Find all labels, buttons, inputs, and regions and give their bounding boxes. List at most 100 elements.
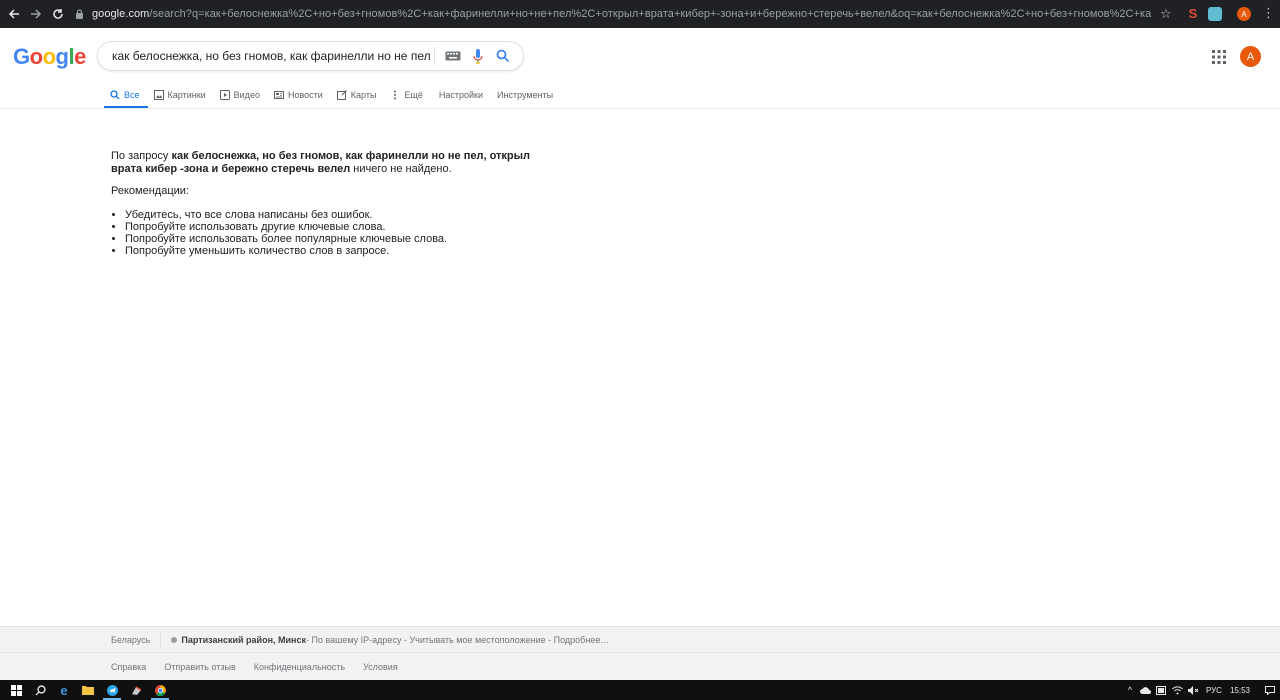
search-box xyxy=(97,41,524,71)
tab-label: Ещё xyxy=(404,90,423,100)
logo-letter: o xyxy=(42,44,56,69)
query-bold: как белоснежка, но без гномов, как фарин… xyxy=(111,150,531,175)
query-prefix: По запросу xyxy=(111,150,172,162)
tab-label: Все xyxy=(124,90,140,100)
google-logo[interactable]: Google xyxy=(13,44,86,70)
reload-button[interactable] xyxy=(47,0,69,28)
tab-label: Картинки xyxy=(167,90,206,100)
url-path: /search?q=как+белоснежка%2C+но+без+гномо… xyxy=(149,8,1152,20)
search-icon xyxy=(496,49,510,63)
system-tray: ^ РУС 15:53 xyxy=(1122,680,1280,700)
tab-7[interactable]: Инструменты xyxy=(491,82,561,108)
profile-avatar[interactable]: A xyxy=(1237,7,1251,21)
footer-location: Беларусь Партизанский район, Минск - По … xyxy=(0,626,1280,653)
location-dot-icon xyxy=(171,636,178,643)
list-item: Убедитесь, что все слова написаны без ош… xyxy=(125,209,531,221)
taskbar-explorer[interactable] xyxy=(76,680,100,700)
notification-icon[interactable] xyxy=(1264,680,1276,700)
chrome-icon xyxy=(154,684,166,696)
reload-icon xyxy=(53,9,63,19)
tab-5[interactable]: Ещё xyxy=(384,82,430,108)
clock[interactable]: 15:53 xyxy=(1230,686,1250,695)
bookmark-star-icon[interactable]: ☆ xyxy=(1160,6,1172,22)
tab-label: Инструменты xyxy=(497,90,554,100)
browser-toolbar: google.com/search?q=как+белоснежка%2C+но… xyxy=(0,0,1280,28)
browser-menu-icon[interactable]: ⋮ xyxy=(1262,6,1275,20)
tab-0[interactable]: Все xyxy=(104,82,148,108)
tab-label: Видео xyxy=(233,90,260,100)
telegram-icon xyxy=(106,684,118,696)
chevron-up-icon[interactable]: ^ xyxy=(1122,680,1138,700)
search-input[interactable] xyxy=(112,49,430,63)
footer-place: Партизанский район, Минск xyxy=(181,634,306,645)
no-results-message: По запросу как белоснежка, но без гномов… xyxy=(111,150,531,257)
logo-letter: o xyxy=(29,44,43,69)
recommendations-title: Рекомендации: xyxy=(111,185,189,197)
news-icon xyxy=(273,90,284,100)
account-avatar[interactable]: A xyxy=(1240,46,1261,67)
recommendations-list: Убедитесь, что все слова написаны без ош… xyxy=(111,209,531,257)
video-icon xyxy=(219,90,230,100)
footer-link-help[interactable]: Справка xyxy=(111,662,146,672)
tab-6[interactable]: Настройки xyxy=(433,82,491,108)
apps-grid-icon[interactable] xyxy=(1212,50,1226,64)
cloud-icon[interactable] xyxy=(1138,680,1154,700)
folder-icon xyxy=(82,686,94,695)
app-icon xyxy=(131,685,141,695)
language-indicator[interactable]: РУС xyxy=(1206,686,1222,695)
taskbar-telegram[interactable] xyxy=(100,680,124,700)
arrow-left-icon xyxy=(8,9,19,19)
header-divider xyxy=(0,108,1280,109)
microphone-icon[interactable] xyxy=(471,48,485,64)
query-message: По запросу как белоснежка, но без гномов… xyxy=(111,150,531,175)
tab-4[interactable]: Карты xyxy=(331,82,385,108)
forward-button[interactable] xyxy=(25,0,47,28)
wifi-icon[interactable] xyxy=(1170,680,1186,700)
tab-label: Новости xyxy=(287,90,323,100)
footer-link-terms[interactable]: Условия xyxy=(363,662,398,672)
footer-links: Справка Отправить отзыв Конфиденциальнос… xyxy=(0,653,1280,680)
logo-letter: e xyxy=(74,44,86,69)
address-bar[interactable]: google.com/search?q=как+белоснежка%2C+но… xyxy=(72,4,1182,24)
footer-separator xyxy=(160,632,162,647)
footer-country: Беларусь xyxy=(111,634,151,645)
more-icon xyxy=(390,90,400,100)
tab-1[interactable]: Картинки xyxy=(148,82,214,108)
back-button[interactable] xyxy=(3,0,25,28)
extension-s-icon[interactable]: S xyxy=(1186,7,1200,21)
query-suffix: ничего не найдено. xyxy=(350,162,452,175)
battery-icon[interactable] xyxy=(1154,680,1170,700)
windows-icon xyxy=(10,684,22,696)
logo-letter: g xyxy=(55,44,69,69)
tab-2[interactable]: Видео xyxy=(214,82,268,108)
search-button[interactable] xyxy=(495,48,511,64)
volume-muted-icon[interactable] xyxy=(1186,680,1202,700)
arrow-right-icon xyxy=(31,9,42,19)
extension-note-icon[interactable] xyxy=(1208,7,1222,21)
tab-label: Настройки xyxy=(438,90,484,100)
taskbar-app[interactable] xyxy=(124,680,148,700)
url-text[interactable]: google.com/search?q=как+белоснежка%2C+но… xyxy=(92,8,1152,20)
logo-letter: G xyxy=(13,44,30,69)
image-icon xyxy=(153,90,164,100)
search-icon xyxy=(110,90,120,100)
list-item: Попробуйте уменьшить количество слов в з… xyxy=(125,245,531,257)
list-item: Попробуйте использовать другие ключевые … xyxy=(125,221,531,233)
keyboard-icon[interactable] xyxy=(445,50,461,62)
tab-3[interactable]: Новости xyxy=(268,82,331,108)
search-icon xyxy=(35,684,46,695)
taskbar-edge[interactable]: e xyxy=(52,680,76,700)
footer-link-feedback[interactable]: Отправить отзыв xyxy=(164,662,235,672)
taskbar-search-button[interactable] xyxy=(28,680,52,700)
edge-icon: e xyxy=(60,682,68,698)
search-tabs: Все Картинки Видео Новости Карты Ещё Настройки… xyxy=(104,82,561,108)
lock-icon[interactable] xyxy=(72,4,86,24)
taskbar: e ^ РУС 15:53 xyxy=(0,680,1280,700)
taskbar-chrome[interactable] xyxy=(148,680,172,700)
list-item: Попробуйте использовать более популярные… xyxy=(125,233,531,245)
url-domain: google.com xyxy=(92,8,150,20)
start-button[interactable] xyxy=(4,680,28,700)
footer-location-links[interactable]: - По вашему IP-адресу - Учитывать мое ме… xyxy=(306,635,609,645)
tab-label: Карты xyxy=(350,90,377,100)
footer-link-privacy[interactable]: Конфиденциальность xyxy=(254,662,345,672)
